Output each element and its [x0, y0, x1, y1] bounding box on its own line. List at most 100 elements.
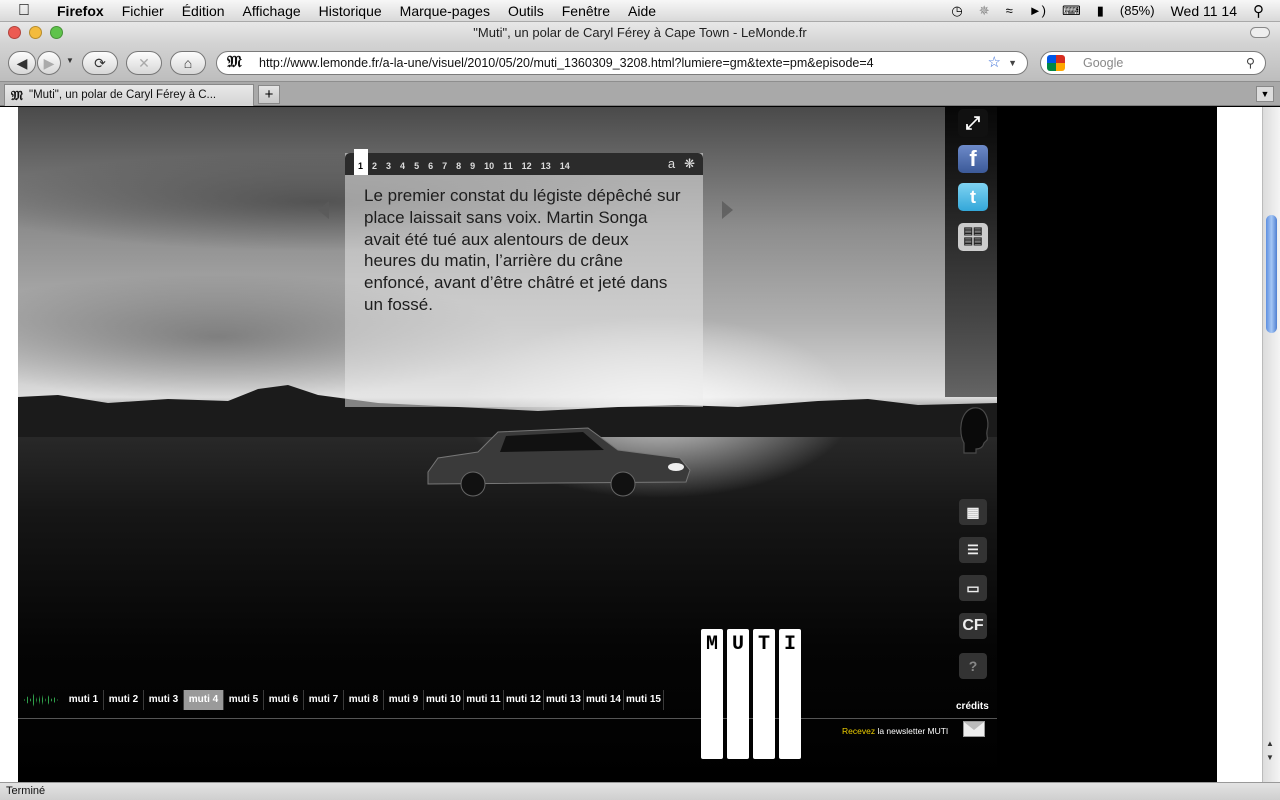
episode-8-link[interactable]: muti 8 [344, 690, 384, 710]
menu-fenetre[interactable]: Fenêtre [553, 3, 619, 19]
episode-1-link[interactable]: muti 1 [64, 690, 104, 710]
episode-10-link[interactable]: muti 10 [424, 690, 464, 710]
google-icon[interactable] [1047, 55, 1065, 71]
clock[interactable]: Wed 11 14 [1163, 3, 1245, 19]
history-dropdown-icon[interactable]: ▼ [66, 56, 74, 65]
back-button[interactable]: ◀ [8, 51, 36, 75]
page-3-link[interactable]: 3 [382, 161, 396, 175]
menu-marque-pages[interactable]: Marque-pages [391, 3, 499, 19]
episode-13-link[interactable]: muti 13 [544, 690, 584, 710]
episode-3-link[interactable]: muti 3 [144, 690, 184, 710]
bluetooth-icon[interactable]: ✵ [971, 3, 998, 19]
newspaper-icon[interactable]: ▤▤ ▤▤ [958, 223, 988, 251]
stop-button[interactable]: ✕ [126, 51, 162, 75]
page-4-link[interactable]: 4 [396, 161, 410, 175]
wifi-icon[interactable]: ≈ [998, 3, 1021, 18]
menu-outils[interactable]: Outils [499, 3, 553, 19]
newsletter-highlight[interactable]: Recevez [842, 726, 875, 736]
page-12-link[interactable]: 12 [518, 161, 537, 175]
search-icon[interactable]: ⚲ [1246, 52, 1255, 74]
fullscreen-expand-icon[interactable]: ⤢ [958, 109, 988, 137]
spotlight-icon[interactable]: ⚲ [1245, 2, 1272, 20]
page-content: 1 2 3 4 5 6 7 8 9 10 11 12 13 14 a ❋ Le … [0, 107, 1262, 782]
window-title-bar: "Muti", un polar de Caryl Férey à Cape T… [0, 22, 1280, 44]
list-icon[interactable]: ☰ [959, 537, 987, 563]
previous-page-arrow-icon[interactable] [318, 201, 329, 219]
scrollbar-thumb[interactable] [1266, 215, 1277, 333]
facebook-icon[interactable]: f [958, 145, 988, 173]
tab-list-icon: ▼ [1260, 89, 1270, 99]
url-dropdown-icon[interactable]: ▼ [1008, 52, 1017, 74]
episode-15-link[interactable]: muti 15 [624, 690, 664, 710]
tab-list-button[interactable]: ▼ [1256, 86, 1274, 102]
page-7-link[interactable]: 7 [438, 161, 452, 175]
page-13-link[interactable]: 13 [537, 161, 556, 175]
scroll-down-icon[interactable]: ▼ [1266, 753, 1274, 762]
envelope-icon[interactable] [963, 721, 985, 737]
newsletter-link[interactable]: Recevez la newsletter MUTI [842, 726, 948, 736]
episode-11-link[interactable]: muti 11 [464, 690, 504, 710]
page-1-link[interactable]: 1 [354, 149, 369, 175]
search-placeholder[interactable]: Google [1083, 56, 1123, 70]
battery-icon[interactable]: ▮ [1089, 3, 1112, 19]
zoom-window-button[interactable] [50, 26, 63, 39]
apple-icon[interactable]:  [0, 2, 48, 20]
next-page-arrow-icon[interactable] [722, 201, 733, 219]
reload-button[interactable]: ⟳ [82, 51, 118, 75]
tab-muti[interactable]: 𝔐 "Muti", un polar de Caryl Férey à C... [4, 84, 254, 106]
cf-icon[interactable]: CF [959, 613, 987, 639]
menu-fichier[interactable]: Fichier [113, 3, 173, 19]
url-text[interactable]: http://www.lemonde.fr/a-la-une/visuel/20… [259, 56, 874, 70]
url-bar[interactable]: 𝔐 http://www.lemonde.fr/a-la-une/visuel/… [216, 51, 1028, 75]
close-window-button[interactable] [8, 26, 21, 39]
menu-historique[interactable]: Historique [310, 3, 391, 19]
page-14-link[interactable]: 14 [556, 161, 575, 175]
stop-icon: ✕ [138, 55, 150, 71]
author-head-icon[interactable] [956, 403, 990, 455]
menu-aide[interactable]: Aide [619, 3, 665, 19]
menu-edition[interactable]: Édition [173, 3, 234, 19]
bookmark-star-icon[interactable]: ☆ [988, 52, 1001, 74]
window-title: "Muti", un polar de Caryl Férey à Cape T… [473, 25, 807, 40]
vertical-scrollbar[interactable]: ▲ ▼ [1262, 107, 1280, 782]
toolbar-toggle-button[interactable] [1250, 27, 1270, 38]
twitter-icon[interactable]: t [958, 183, 988, 211]
new-tab-button[interactable]: + [258, 85, 280, 104]
episode-12-link[interactable]: muti 12 [504, 690, 544, 710]
grid-icon[interactable]: ▦ [959, 499, 987, 525]
battery-percent[interactable]: (85%) [1112, 3, 1163, 18]
page-9-link[interactable]: 9 [466, 161, 480, 175]
reload-icon: ⟳ [94, 55, 106, 71]
page-10-link[interactable]: 10 [480, 161, 499, 175]
page-5-link[interactable]: 5 [410, 161, 424, 175]
home-button[interactable]: ⌂ [170, 51, 206, 75]
time-machine-icon[interactable]: ◷ [943, 3, 970, 19]
episode-9-link[interactable]: muti 9 [384, 690, 424, 710]
muti-logo[interactable]: M U T I [701, 629, 801, 759]
menu-affichage[interactable]: Affichage [234, 3, 310, 19]
audio-wave-icon[interactable] [24, 691, 58, 709]
episode-7-link[interactable]: muti 7 [304, 690, 344, 710]
light-toggle-icon[interactable]: ❋ [684, 156, 695, 172]
text-size-button[interactable]: a [668, 156, 675, 172]
keyboard-icon[interactable]: ⌨ [1054, 3, 1089, 19]
episode-6-link[interactable]: muti 6 [264, 690, 304, 710]
episode-4-link[interactable]: muti 4 [184, 690, 224, 710]
help-icon[interactable]: ? [959, 653, 987, 679]
page-2-link[interactable]: 2 [368, 161, 382, 175]
scroll-up-icon[interactable]: ▲ [1266, 739, 1274, 748]
menu-app-firefox[interactable]: Firefox [48, 3, 113, 19]
newsletter-text[interactable]: la newsletter MUTI [875, 726, 948, 736]
search-box[interactable]: Google ⚲ [1040, 51, 1266, 75]
computer-icon[interactable]: ▭ [959, 575, 987, 601]
page-8-link[interactable]: 8 [452, 161, 466, 175]
forward-button[interactable]: ▶ [37, 51, 61, 75]
episode-2-link[interactable]: muti 2 [104, 690, 144, 710]
page-6-link[interactable]: 6 [424, 161, 438, 175]
volume-icon[interactable]: ►) [1021, 3, 1054, 18]
minimize-window-button[interactable] [29, 26, 42, 39]
credits-link[interactable]: crédits [956, 701, 989, 712]
episode-5-link[interactable]: muti 5 [224, 690, 264, 710]
episode-14-link[interactable]: muti 14 [584, 690, 624, 710]
page-11-link[interactable]: 11 [499, 161, 518, 175]
